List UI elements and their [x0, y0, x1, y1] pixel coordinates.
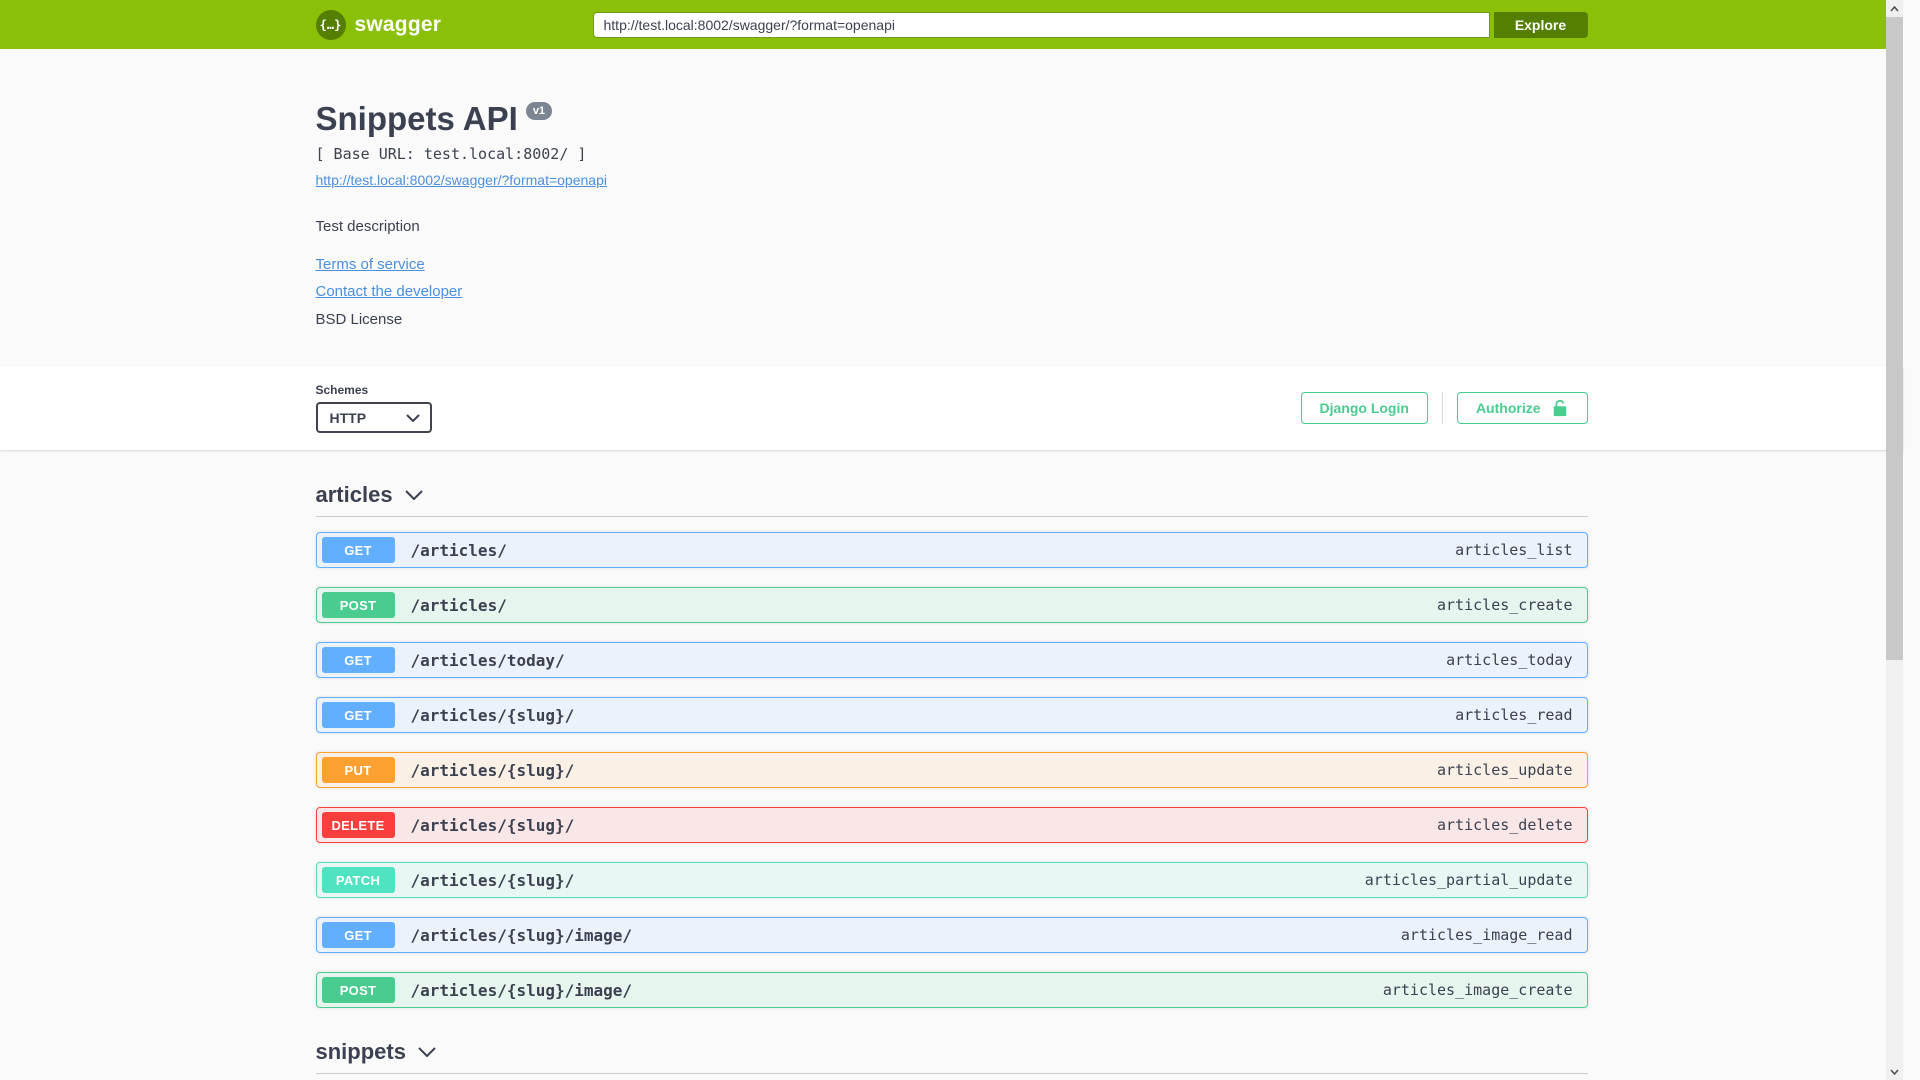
page-title: Snippets API v1 [316, 100, 1588, 138]
swagger-ui-page: {…} swagger Explore Snippets API v1 [ Ba… [0, 0, 1903, 1080]
authorize-label: Authorize [1475, 400, 1541, 416]
django-login-button[interactable]: Django Login [1300, 392, 1428, 424]
operation-id: articles_image_read [1400, 926, 1573, 944]
method-badge: GET [321, 647, 395, 673]
license-text: BSD License [315, 311, 403, 328]
operation-path: /articles/today/ [410, 650, 565, 670]
operation-row[interactable]: GET/articles/articles_list [315, 532, 1588, 568]
scroll-up-arrow-icon[interactable] [1886, 0, 1903, 17]
operation-path: /articles/ [410, 595, 507, 615]
operation-row[interactable]: PATCH/articles/{slug}/ articles_partial_u… [315, 862, 1588, 898]
section-header-articles[interactable]: articles [316, 482, 1588, 516]
section-title: articles [315, 482, 393, 507]
api-title-text: Snippets API [315, 100, 518, 137]
operation-path: /articles/{slug}/image/ [410, 980, 633, 1000]
operation-path: /articles/{slug}/ [410, 760, 575, 780]
operation-path: /articles/ [410, 540, 507, 560]
topbar: {…} swagger Explore [0, 0, 1903, 49]
schemes-label: Schemes [315, 383, 369, 397]
unlock-icon [1553, 399, 1566, 417]
operations-area: articles GET/articles/articles_list POST/a… [0, 450, 1903, 1080]
operation-row[interactable]: GET/articles/{slug}/image/articles_image… [315, 917, 1588, 953]
operation-row[interactable]: GET/articles/{slug}/ articles_read [315, 697, 1588, 733]
vertical-scrollbar[interactable] [1886, 0, 1903, 1080]
operation-path: /articles/{slug}/ [410, 870, 575, 890]
contact-developer-link[interactable]: Contact the developer [316, 283, 463, 300]
terms-of-service-link[interactable]: Terms of service [316, 256, 425, 273]
base-url: [ Base URL: test.local:8002/ ] [315, 145, 587, 163]
tag-section: articles GET/articles/articles_list POST/a… [315, 482, 1588, 1008]
operation-id: articles_create [1437, 596, 1573, 614]
section-divider [315, 516, 1588, 517]
operation-row[interactable]: POST/articles/articles_create [315, 587, 1588, 623]
operation-path: /articles/{slug}/ [410, 815, 575, 835]
method-badge: PUT [321, 757, 395, 783]
auth-divider [1441, 392, 1443, 424]
tag-section: snippetsGET/snippets/snippets_list [315, 1039, 1588, 1080]
method-badge: PATCH [321, 867, 395, 893]
operation-row[interactable]: DELETE/articles/{slug}/ articles_delete [315, 807, 1588, 843]
operation-row[interactable]: GET/articles/today/articles_today [315, 642, 1588, 678]
operation-id: articles_read [1455, 706, 1573, 724]
operation-path: /articles/{slug}/ [410, 705, 575, 725]
api-description: Test description [315, 218, 420, 235]
version-badge: v1 [525, 102, 553, 120]
method-badge: GET [321, 537, 395, 563]
method-badge: GET [321, 702, 395, 728]
authorize-button[interactable]: Authorize [1456, 392, 1588, 424]
schemes-selected-value: HTTP [329, 409, 367, 426]
spec-url-input[interactable] [592, 11, 1490, 38]
chevron-down-icon [405, 413, 420, 422]
info-section: Snippets API v1 [ Base URL: test.local:8… [0, 49, 1903, 366]
section-title: snippets [315, 1039, 406, 1064]
django-login-label: Django Login [1319, 400, 1409, 416]
operation-id: articles_image_create [1382, 981, 1573, 999]
explore-button[interactable]: Explore [1493, 11, 1588, 38]
operation-row[interactable]: POST/articles/{slug}/image/articles_imag… [315, 972, 1588, 1008]
operation-id: articles_today [1446, 651, 1573, 669]
swagger-logo-icon: {…} [315, 9, 346, 40]
method-badge: POST [321, 977, 395, 1003]
chevron-down-icon [418, 1047, 436, 1057]
scrollbar-thumb[interactable] [1886, 17, 1903, 660]
scroll-down-arrow-icon[interactable] [1886, 1063, 1903, 1080]
schemes-select[interactable]: HTTP [315, 402, 432, 433]
method-badge: GET [321, 922, 395, 948]
method-badge: DELETE [321, 812, 395, 838]
operation-id: articles_list [1455, 541, 1573, 559]
operation-id: articles_delete [1437, 816, 1573, 834]
operation-row[interactable]: PUT/articles/{slug}/ articles_update [315, 752, 1588, 788]
swagger-brand[interactable]: {…} swagger [315, 9, 442, 40]
brand-name: swagger [354, 12, 442, 36]
section-header-snippets[interactable]: snippets [316, 1039, 1588, 1073]
section-divider [315, 1073, 1588, 1074]
operation-id: articles_update [1437, 761, 1573, 779]
spec-link[interactable]: http://test.local:8002/swagger/?format=o… [316, 172, 607, 188]
operation-path: /articles/{slug}/image/ [410, 925, 633, 945]
method-badge: POST [321, 592, 395, 618]
scheme-container: Schemes HTTP Django Login Authorize [0, 366, 1903, 450]
chevron-down-icon [404, 490, 423, 500]
operation-id: articles_partial_update [1364, 871, 1573, 889]
